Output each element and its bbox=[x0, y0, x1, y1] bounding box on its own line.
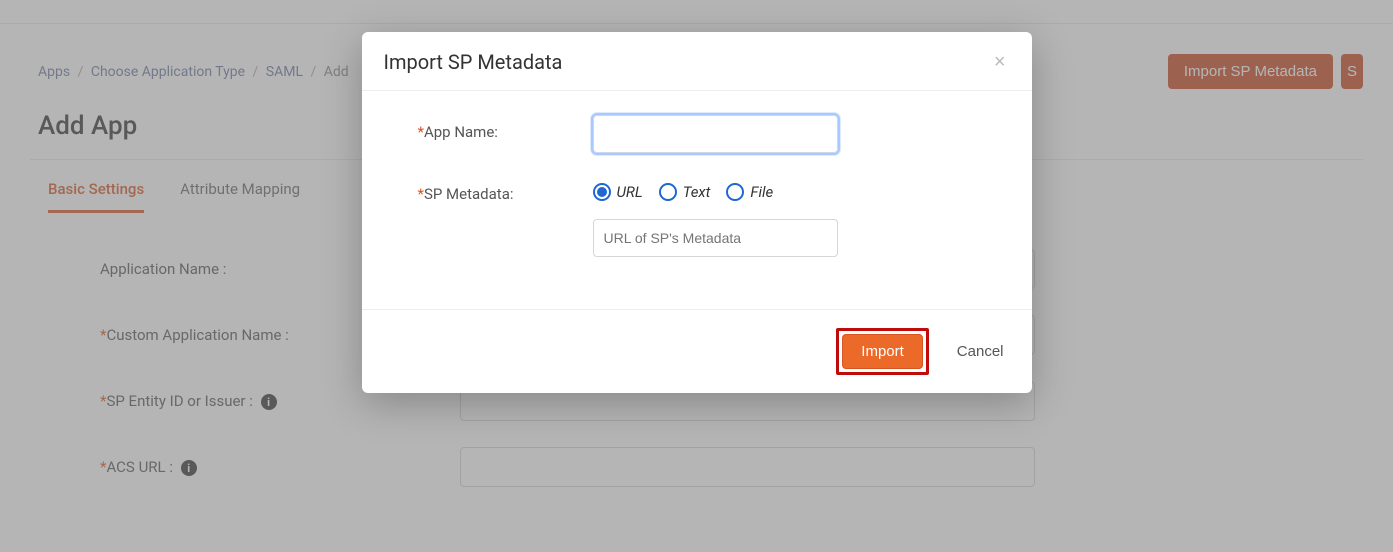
import-sp-metadata-modal: Import SP Metadata × *App Name: *SP Meta… bbox=[362, 32, 1032, 393]
radio-text[interactable]: Text bbox=[659, 183, 711, 201]
modal-app-name-label: *App Name: bbox=[418, 115, 593, 141]
cancel-button[interactable]: Cancel bbox=[951, 342, 1010, 361]
sp-metadata-url-field[interactable] bbox=[593, 219, 838, 257]
radio-file[interactable]: File bbox=[726, 183, 773, 201]
close-icon[interactable]: × bbox=[990, 52, 1010, 72]
import-button[interactable]: Import bbox=[842, 334, 923, 369]
modal-overlay: Import SP Metadata × *App Name: *SP Meta… bbox=[0, 0, 1393, 552]
modal-title: Import SP Metadata bbox=[384, 50, 990, 74]
modal-app-name-field[interactable] bbox=[593, 115, 838, 153]
modal-sp-metadata-label: *SP Metadata: bbox=[418, 177, 593, 203]
radio-url[interactable]: URL bbox=[593, 183, 643, 201]
sp-metadata-radio-group: URL Text File bbox=[593, 177, 996, 201]
import-highlight: Import bbox=[836, 328, 929, 375]
